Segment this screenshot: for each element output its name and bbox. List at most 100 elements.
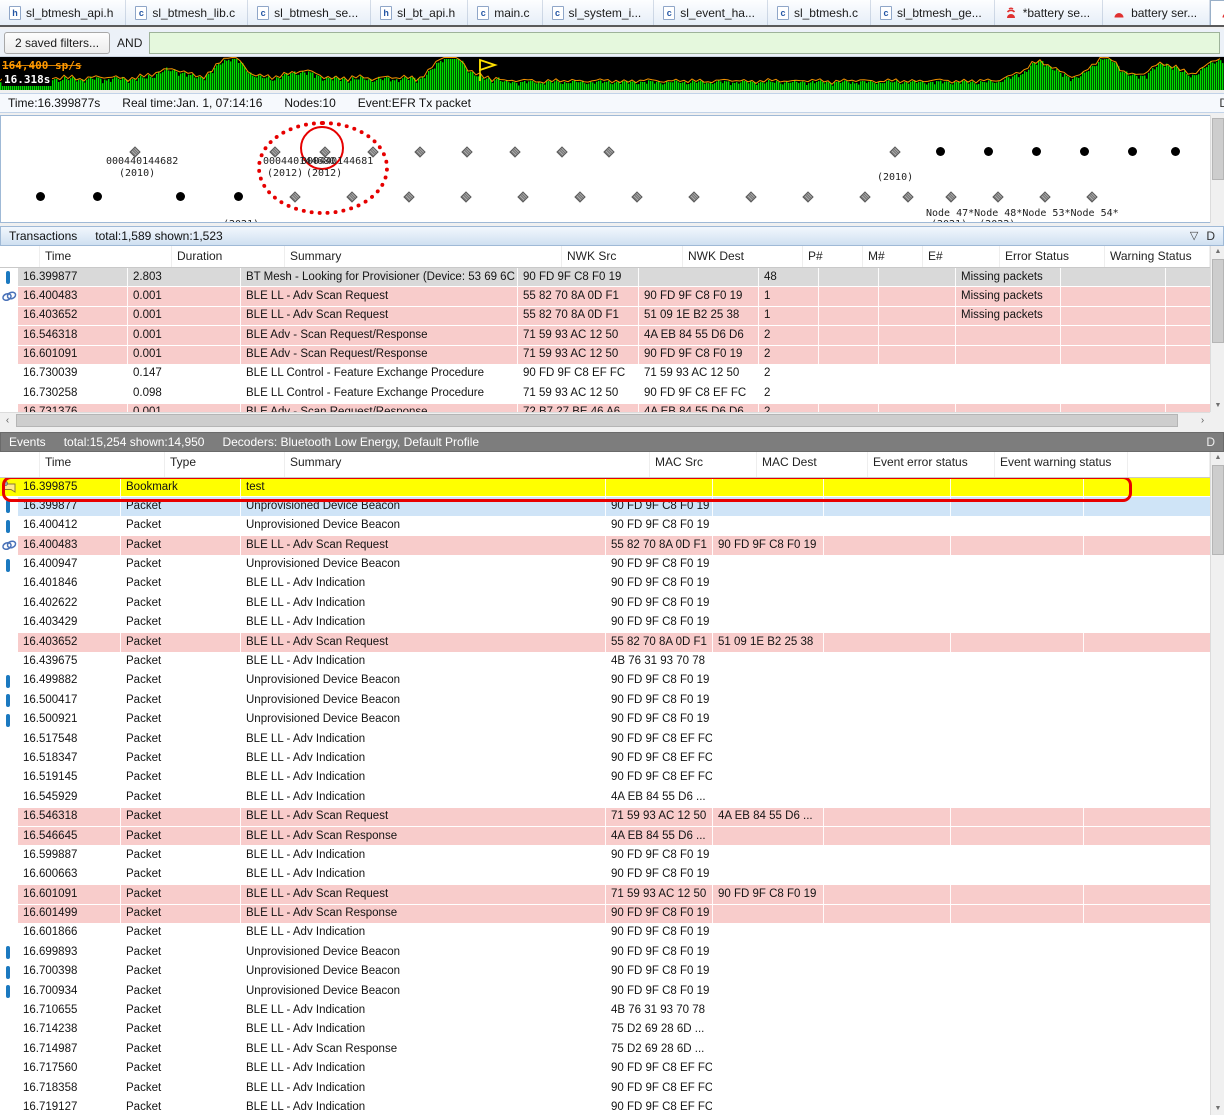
map-node-dot[interactable]	[936, 147, 945, 156]
table-row[interactable]: 16.700934PacketUnprovisioned Device Beac…	[0, 982, 1210, 1001]
table-row[interactable]: 16.499882PacketUnprovisioned Device Beac…	[0, 672, 1210, 691]
editor-tab[interactable]: hsl_btmesh_api.h	[0, 0, 126, 25]
scroll-up-arrow[interactable]: ▲	[1211, 246, 1224, 258]
column-header[interactable]: Time	[40, 452, 165, 477]
table-row[interactable]: 16.401846PacketBLE LL - Adv Indication90…	[0, 575, 1210, 594]
scroll-left-arrow[interactable]: ‹	[0, 413, 15, 429]
map-scroll-thumb[interactable]	[1212, 118, 1224, 180]
table-row[interactable]: 16.7313760.001BLE Adv - Scan Request/Res…	[0, 404, 1210, 412]
map-node-diamond[interactable]	[1039, 191, 1050, 202]
detach-icon[interactable]: D	[1219, 96, 1224, 110]
map-node-diamond[interactable]	[574, 191, 585, 202]
editor-tab[interactable]: csl_system_i...	[543, 0, 655, 25]
transactions-hscroll-thumb[interactable]	[16, 414, 1178, 427]
map-node-dot[interactable]	[93, 192, 102, 201]
table-row[interactable]: 16.699893PacketUnprovisioned Device Beac…	[0, 943, 1210, 962]
map-node-diamond[interactable]	[517, 191, 528, 202]
map-node-dot[interactable]	[984, 147, 993, 156]
map-node-diamond[interactable]	[1086, 191, 1097, 202]
transactions-scroll-thumb[interactable]	[1212, 259, 1224, 343]
column-header[interactable]: Event error status	[868, 452, 995, 477]
map-node-diamond[interactable]	[688, 191, 699, 202]
editor-tab[interactable]: csl_btmesh_ge...	[871, 0, 995, 25]
map-node-dot[interactable]	[1032, 147, 1041, 156]
map-node-dot[interactable]	[36, 192, 45, 201]
table-row[interactable]: 16.403652PacketBLE LL - Adv Scan Request…	[0, 633, 1210, 652]
table-row[interactable]: 16.546645PacketBLE LL - Adv Scan Respons…	[0, 827, 1210, 846]
table-row[interactable]: 16.439675PacketBLE LL - Adv Indication4B…	[0, 653, 1210, 672]
capture-timeline[interactable]: 164,400 sp/s 16.318s	[0, 57, 1224, 90]
column-header[interactable]: Warning Status	[1105, 246, 1210, 267]
table-row[interactable]: 16.399877PacketUnprovisioned Device Beac…	[0, 497, 1210, 516]
map-node-diamond[interactable]	[403, 191, 414, 202]
table-row[interactable]: 16.601866PacketBLE LL - Adv Indication90…	[0, 924, 1210, 943]
detach-icon[interactable]: D	[1206, 435, 1215, 449]
editor-tab[interactable]: csl_btmesh_se...	[248, 0, 371, 25]
editor-tab[interactable]: cmain.c	[468, 0, 542, 25]
scroll-up-arrow[interactable]: ▲	[1211, 452, 1224, 464]
map-node-diamond[interactable]	[992, 191, 1003, 202]
map-node-diamond[interactable]	[889, 146, 900, 157]
transactions-vertical-scrollbar[interactable]: ▲ ▼	[1210, 246, 1224, 412]
map-node-dot[interactable]	[176, 192, 185, 201]
editor-tab[interactable]: *battery se...	[995, 0, 1103, 25]
scroll-right-arrow[interactable]: ›	[1195, 413, 1210, 429]
table-row[interactable]: 16.402622PacketBLE LL - Adv Indication90…	[0, 594, 1210, 613]
events-vertical-scrollbar[interactable]: ▲ ▼	[1210, 452, 1224, 1115]
table-row[interactable]: 16.700398PacketUnprovisioned Device Beac…	[0, 963, 1210, 982]
editor-tab[interactable]: csl_btmesh_lib.c	[126, 0, 248, 25]
map-node-dot[interactable]	[1128, 147, 1137, 156]
scroll-down-arrow[interactable]: ▼	[1211, 400, 1224, 412]
map-node-dot[interactable]	[1080, 147, 1089, 156]
table-row[interactable]: 16.500417PacketUnprovisioned Device Beac…	[0, 691, 1210, 710]
editor-tab[interactable]: csl_btmesh.c	[768, 0, 871, 25]
table-row[interactable]: 16.519145PacketBLE LL - Adv Indication90…	[0, 769, 1210, 788]
table-row[interactable]: 16.4036520.001BLE LL - Adv Scan Request5…	[0, 307, 1210, 326]
map-node-diamond[interactable]	[745, 191, 756, 202]
column-header[interactable]	[0, 246, 40, 267]
table-row[interactable]: 16.400412PacketUnprovisioned Device Beac…	[0, 517, 1210, 536]
map-node-diamond[interactable]	[603, 146, 614, 157]
table-row[interactable]: 16.403429PacketBLE LL - Adv Indication90…	[0, 614, 1210, 633]
map-node-diamond[interactable]	[859, 191, 870, 202]
table-row[interactable]: 16.6010910.001BLE Adv - Scan Request/Res…	[0, 346, 1210, 365]
transactions-horizontal-scrollbar[interactable]: ‹ ›	[0, 412, 1210, 428]
editor-tab[interactable]: battery ser...	[1103, 0, 1210, 25]
editor-tab[interactable]: csl_event_ha...	[654, 0, 768, 25]
table-row[interactable]: 16.4004830.001BLE LL - Adv Scan Request5…	[0, 287, 1210, 306]
map-node-diamond[interactable]	[631, 191, 642, 202]
map-node-diamond[interactable]	[556, 146, 567, 157]
editor-tab[interactable]: hsl_bt_api.h	[371, 0, 468, 25]
column-header[interactable]: Duration	[172, 246, 285, 267]
column-header[interactable]: NWK Src	[562, 246, 683, 267]
table-row[interactable]: 16.518347PacketBLE LL - Adv Indication90…	[0, 749, 1210, 768]
events-scroll-thumb[interactable]	[1212, 465, 1224, 555]
table-row[interactable]: 16.710655PacketBLE LL - Adv Indication4B…	[0, 1002, 1210, 1021]
table-row[interactable]: 16.7302580.098BLE LL Control - Feature E…	[0, 384, 1210, 403]
column-header[interactable]: M#	[863, 246, 923, 267]
map-node-dot[interactable]	[234, 192, 243, 201]
table-row[interactable]: 16.546318PacketBLE LL - Adv Scan Request…	[0, 808, 1210, 827]
column-header[interactable]: Error Status	[1000, 246, 1105, 267]
map-node-diamond[interactable]	[902, 191, 913, 202]
column-header[interactable]: Event warning status	[995, 452, 1128, 477]
table-row[interactable]: 16.600663PacketBLE LL - Adv Indication90…	[0, 866, 1210, 885]
table-row[interactable]: 16.545929PacketBLE LL - Adv Indication4A…	[0, 788, 1210, 807]
column-header[interactable]: Time	[40, 246, 172, 267]
node-map-panel[interactable]: 000440144682(2010)0004401446800004401446…	[0, 115, 1224, 223]
table-row[interactable]: 16.400483PacketBLE LL - Adv Scan Request…	[0, 536, 1210, 555]
column-header[interactable]: E#	[923, 246, 1000, 267]
filter-expression-input[interactable]	[149, 32, 1220, 54]
table-row[interactable]: 16.599887PacketBLE LL - Adv Indication90…	[0, 846, 1210, 865]
map-node-diamond[interactable]	[945, 191, 956, 202]
table-row[interactable]: 16.517548PacketBLE LL - Adv Indication90…	[0, 730, 1210, 749]
table-row[interactable]: 16.714238PacketBLE LL - Adv Indication75…	[0, 1021, 1210, 1040]
map-node-dot[interactable]	[1171, 147, 1180, 156]
table-row[interactable]: 16.718358PacketBLE LL - Adv Indication90…	[0, 1079, 1210, 1098]
scroll-down-arrow[interactable]: ▼	[1211, 1103, 1224, 1115]
map-node-diamond[interactable]	[460, 191, 471, 202]
table-row[interactable]: 16.601499PacketBLE LL - Adv Scan Respons…	[0, 905, 1210, 924]
table-row[interactable]: 16.601091PacketBLE LL - Adv Scan Request…	[0, 885, 1210, 904]
editor-tab[interactable]: batt...	[1210, 0, 1224, 25]
map-node-diamond[interactable]	[414, 146, 425, 157]
